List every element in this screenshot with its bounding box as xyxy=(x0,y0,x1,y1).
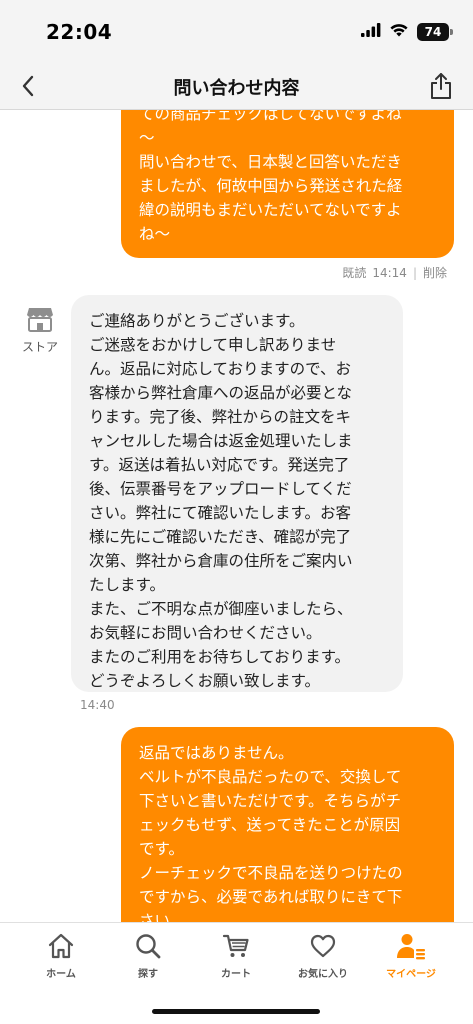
message-line: ノーチェックで不良品を送りつけたの xyxy=(139,864,403,882)
user-message-bubble: 返品ではありません。 ベルトが不良品だったので、交換して 下さいと書いただけです… xyxy=(121,727,454,922)
message-line: ましたが、何故中国から発送された経 xyxy=(139,177,403,195)
home-indicator[interactable] xyxy=(152,1009,320,1014)
tab-mypage[interactable]: マイページ xyxy=(371,931,451,985)
tab-label: 探す xyxy=(138,969,158,980)
tab-cart[interactable]: カート xyxy=(196,931,276,985)
status-bar: 22:04 74 xyxy=(0,0,473,62)
tab-bar: ホーム 探す カート お気に入り マイページ xyxy=(0,922,473,1024)
status-icons: 74 xyxy=(361,22,453,41)
message-line: さい。弊社にて確認いたします。お客 xyxy=(89,504,351,522)
tab-favorites[interactable]: お気に入り xyxy=(283,931,363,985)
message-line: お気軽にお問い合わせください。 xyxy=(89,624,322,642)
message-line: ご連絡ありがとうございます。 xyxy=(89,312,305,330)
status-time: 22:04 xyxy=(46,20,113,44)
message-meta: 既読 14:14 | 削除 xyxy=(342,264,447,281)
store-message-bubble: ご連絡ありがとうございます。 ご迷惑をおかけして申し訳ありませ ん。返品に対応し… xyxy=(71,295,403,692)
home-icon xyxy=(46,931,76,961)
tab-label: マイページ xyxy=(386,969,436,980)
message-line: また、ご不明な点が御座いましたら、 xyxy=(89,600,353,618)
message-line: 緯の説明もまだいただいてないですよ xyxy=(139,201,402,219)
read-label: 既読 xyxy=(342,266,367,280)
message-line: 返品ではありません。 xyxy=(139,744,294,762)
message-line: 〜 xyxy=(139,129,155,147)
nav-bar: 問い合わせ内容 xyxy=(0,62,473,110)
share-icon xyxy=(431,73,451,99)
message-line: ね〜 xyxy=(139,225,171,243)
store-avatar[interactable]: ストア xyxy=(18,306,62,355)
screen: 22:04 74 問い合わせ内容 ての商品チェックはしてないですよね 〜 問い合… xyxy=(0,0,473,1024)
heart-icon xyxy=(308,931,338,961)
store-sender-label: ストア xyxy=(21,340,58,354)
tab-label: お気に入り xyxy=(298,969,348,980)
message-time: 14:14 xyxy=(372,265,407,280)
message-line: ご迷惑をおかけして申し訳ありませ xyxy=(89,336,337,354)
tab-search[interactable]: 探す xyxy=(108,931,188,985)
search-icon xyxy=(133,931,163,961)
message-line: 客様から弊社倉庫への返品が必要とな xyxy=(89,384,353,402)
message-line: です。 xyxy=(139,840,184,858)
message-line: ベルトが不良品だったので、交換して xyxy=(139,768,402,786)
person-icon xyxy=(396,931,426,961)
message-line: ります。完了後、弊社からの註文をキ xyxy=(89,408,351,426)
user-message-bubble: ての商品チェックはしてないですよね 〜 問い合わせで、日本製と回答いただき まし… xyxy=(121,110,454,258)
battery-icon: 74 xyxy=(417,22,453,41)
page-title: 問い合わせ内容 xyxy=(173,78,300,99)
message-line: ャンセルした場合は返金処理いたしま xyxy=(89,432,353,450)
message-line: す。返送は着払い対応です。発送完了 xyxy=(89,456,350,474)
message-line: どうぞよろしくお願い致します。 xyxy=(89,672,320,690)
message-line: さい。 xyxy=(139,912,186,922)
message-line: 問い合わせで、日本製と回答いただき xyxy=(139,153,402,171)
delete-link[interactable]: 削除 xyxy=(423,264,447,281)
chat-area[interactable]: ての商品チェックはしてないですよね 〜 問い合わせで、日本製と回答いただき まし… xyxy=(0,110,473,922)
tab-home[interactable]: ホーム xyxy=(21,931,101,985)
signal-icon xyxy=(361,22,381,41)
message-line: 後、伝票番号をアップロードしてくだ xyxy=(89,480,352,498)
message-line: またのご利用をお待ちしております。 xyxy=(89,648,351,666)
meta-separator: | xyxy=(412,265,417,280)
message-line: たします。 xyxy=(89,576,165,594)
message-line: 様に先にご確認いただき、確認が完了 xyxy=(89,528,352,546)
message-line: ん。返品に対応しておりますので、お xyxy=(89,360,351,378)
message-line: ての商品チェックはしてないですよね xyxy=(139,110,402,123)
share-button[interactable] xyxy=(421,66,461,106)
message-time: 14:40 xyxy=(80,698,115,712)
store-icon xyxy=(27,308,53,332)
message-line: 下さいと書いただけです。そちらがチ xyxy=(139,792,401,810)
message-line: ですから、必要であれば取りにきて下 xyxy=(139,888,403,906)
message-line: ェックもせず、送ってきたことが原因 xyxy=(139,816,401,834)
message-line: 次第、弊社から倉庫の住所をご案内い xyxy=(89,552,353,570)
tab-label: カート xyxy=(221,969,251,980)
tab-label: ホーム xyxy=(46,969,76,980)
wifi-icon xyxy=(389,22,409,41)
cart-icon xyxy=(221,931,251,961)
